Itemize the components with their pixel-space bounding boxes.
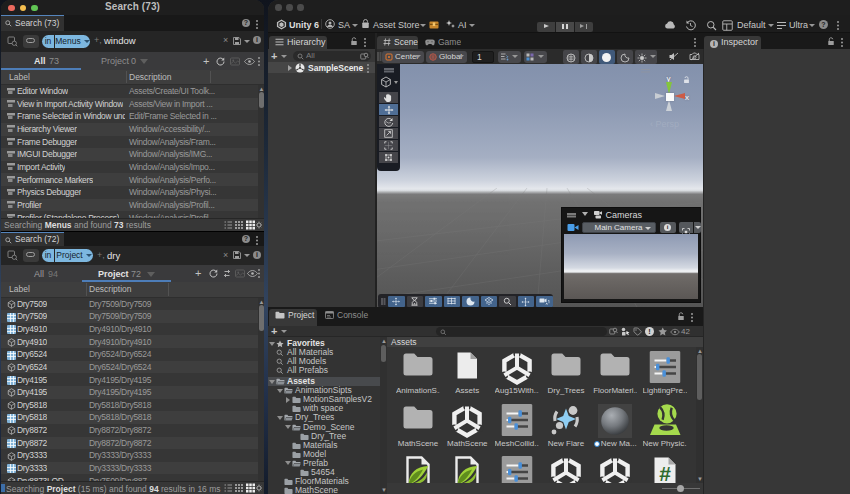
svg-text:#: # xyxy=(659,462,671,485)
